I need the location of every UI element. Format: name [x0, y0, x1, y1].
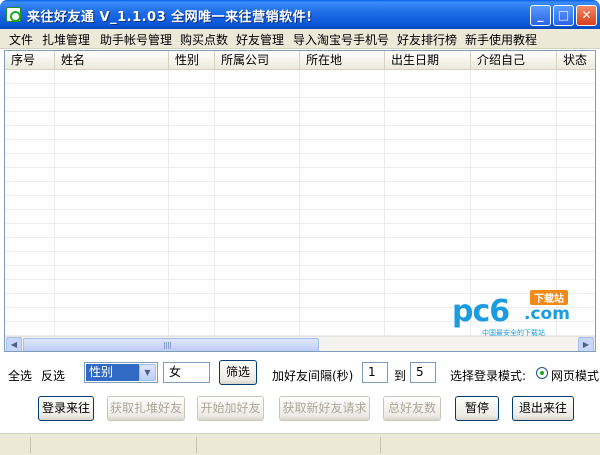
logo-brand: pc6: [452, 294, 510, 329]
chevron-down-icon[interactable]: ▼: [139, 364, 156, 381]
col-header-gender[interactable]: 性别: [169, 51, 215, 69]
exit-button[interactable]: 退出来往: [512, 396, 574, 421]
web-mode-label[interactable]: 网页模式: [551, 367, 599, 384]
interval-to-input[interactable]: 5: [410, 362, 436, 383]
menu-friend-manage[interactable]: 好友管理: [236, 31, 284, 48]
get-friend-requests-button[interactable]: 获取新好友请求: [279, 396, 370, 421]
get-group-friends-button[interactable]: 获取扎堆好友: [107, 396, 185, 421]
start-add-friends-button[interactable]: 开始加好友: [197, 396, 264, 421]
scroll-left-icon[interactable]: ◀: [6, 337, 22, 351]
menu-friend-ranking[interactable]: 好友排行榜: [397, 31, 457, 48]
select-all-link[interactable]: 全选: [8, 367, 32, 384]
menu-helper-accounts[interactable]: 助手帐号管理: [100, 31, 172, 48]
maximize-button[interactable]: □: [553, 5, 574, 26]
status-separator: [380, 437, 381, 453]
close-button[interactable]: ✕: [576, 5, 597, 26]
window-title: 来往好友通 V_1.1.03 全网唯一来往营销软件!: [27, 10, 313, 25]
col-header-index[interactable]: 序号: [5, 51, 55, 69]
menu-file[interactable]: 文件: [9, 31, 33, 48]
grid-line: [299, 70, 300, 338]
invert-selection-link[interactable]: 反选: [41, 367, 65, 384]
col-header-location[interactable]: 所在地: [300, 51, 385, 69]
col-header-birthday[interactable]: 出生日期: [385, 51, 471, 69]
menu-import-taobao[interactable]: 导入淘宝号手机号: [293, 31, 389, 48]
login-button[interactable]: 登录来往: [38, 396, 94, 421]
menu-group-manage[interactable]: 扎堆管理: [42, 31, 90, 48]
total-friends-button[interactable]: 总好友数: [383, 396, 441, 421]
minimize-button[interactable]: _: [530, 5, 551, 26]
login-mode-label: 选择登录模式:: [450, 369, 527, 383]
grid-line: [384, 70, 385, 338]
col-header-intro[interactable]: 介绍自己: [471, 51, 557, 69]
pause-button[interactable]: 暂停: [455, 396, 499, 421]
web-mode-radio[interactable]: [536, 367, 548, 379]
status-separator: [30, 437, 31, 453]
logo-tag: 下载站: [530, 290, 568, 305]
filter-button[interactable]: 筛选: [219, 360, 257, 385]
menu-buy-points[interactable]: 购买点数: [180, 31, 228, 48]
grid-line: [54, 70, 55, 338]
col-header-company[interactable]: 所属公司: [215, 51, 300, 69]
scroll-right-icon[interactable]: ▶: [578, 337, 594, 351]
col-header-status[interactable]: 状态: [557, 51, 595, 69]
grid-line: [214, 70, 215, 338]
pc6-logo: pc6 .com 下载站 中国最安全的下载站: [452, 290, 582, 338]
interval-to-label: 到: [394, 369, 407, 383]
title-bar: 来往好友通 V_1.1.03 全网唯一来往营销软件! _ □ ✕: [0, 0, 600, 29]
logo-slogan: 中国最安全的下载站: [482, 329, 545, 337]
scroll-thumb[interactable]: [23, 338, 319, 351]
status-separator: [196, 437, 197, 453]
logo-suffix: .com: [524, 304, 570, 324]
interval-label: 加好友间隔(秒): [272, 369, 354, 383]
filter-field-value: 性别: [86, 364, 139, 381]
app-icon: [6, 7, 21, 22]
status-bar: [0, 433, 600, 455]
grid-line: [168, 70, 169, 338]
table-header: 序号 姓名 性别 所属公司 所在地 出生日期 介绍自己 状态: [5, 51, 595, 70]
col-header-name[interactable]: 姓名: [55, 51, 169, 69]
horizontal-scrollbar[interactable]: ◀ ▶: [5, 336, 595, 351]
menu-tutorial[interactable]: 新手使用教程: [465, 31, 537, 48]
filter-value-input[interactable]: 女: [163, 362, 210, 383]
menu-bar: 文件 扎堆管理 助手帐号管理 购买点数 好友管理 导入淘宝号手机号 好友排行榜 …: [0, 29, 600, 49]
filter-field-select[interactable]: 性别 ▼: [84, 362, 158, 383]
interval-from-input[interactable]: 1: [362, 362, 388, 383]
